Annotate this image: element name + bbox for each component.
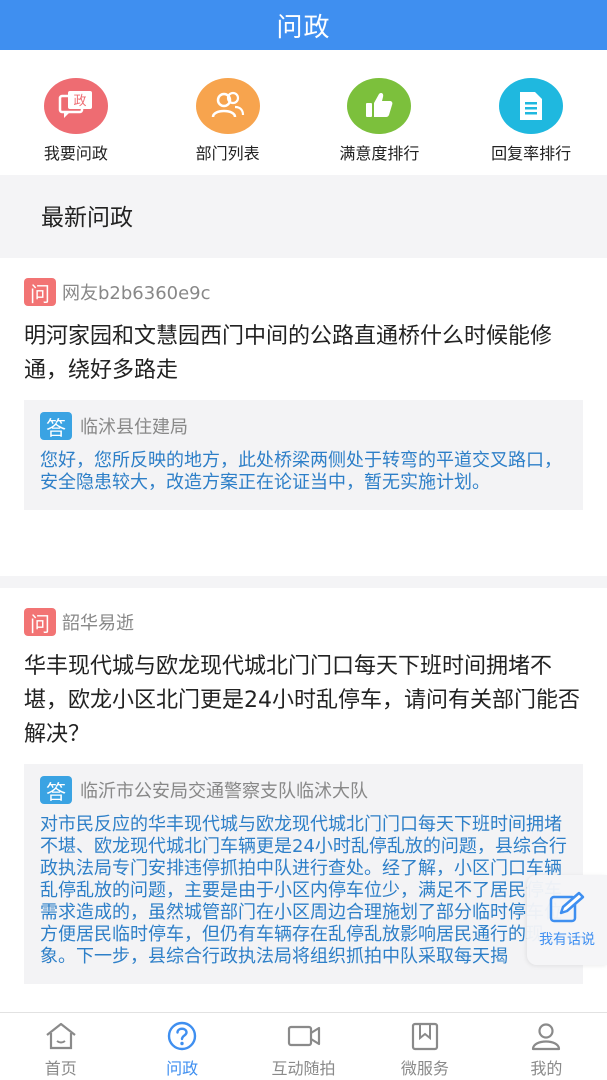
user-icon (532, 1023, 561, 1051)
quick-label-satisfaction: 满意度排行 (339, 144, 420, 163)
question-text: 华丰现代城与欧龙现代城北门门口每天下班时间拥堵不堪，欧龙小区北门更是24小时乱停… (24, 654, 580, 747)
quick-label-reply-rate: 回复率排行 (491, 144, 572, 163)
reply-rate-ranking-button[interactable]: 回复率排行 (455, 50, 607, 175)
ask-question-button[interactable]: 政 我要问政 (0, 50, 152, 175)
edit-icon (549, 891, 585, 923)
speak-up-button[interactable]: 我有话说 (527, 875, 607, 965)
quick-label-ask: 我要问政 (43, 144, 108, 163)
answer-badge: 答 (40, 776, 72, 804)
quick-actions: 政 我要问政 部门列表 满意度排行 回复率排行 (0, 50, 607, 175)
tab-interactive-photo[interactable]: 互动随拍 (243, 1013, 364, 1080)
tab-label: 互动随拍 (271, 1059, 336, 1078)
tab-home[interactable]: 首页 (0, 1013, 121, 1080)
answer-department: 临沭县住建局 (80, 417, 188, 438)
answer-head: 答 临沂市公安局交通警察支队临沭大队 (40, 776, 567, 804)
bookmark-icon (411, 1022, 439, 1051)
asker-name: 网友b2b6360e9c (62, 283, 211, 304)
people-icon (195, 78, 260, 134)
answer-box: 答 临沭县住建局 您好，您所反映的地方，此处桥梁两侧处于转弯的平道交叉路口，安全… (24, 400, 583, 510)
home-icon (46, 1022, 76, 1050)
speak-up-label: 我有话说 (539, 932, 595, 948)
question-text: 明河家园和文慧园西门中间的公路直通桥什么时候能修通，绕好多路走 (24, 324, 553, 383)
question-badge: 问 (24, 278, 56, 306)
post-card[interactable]: 问 韶华易逝 华丰现代城与欧龙现代城北门门口每天下班时间拥堵不堪，欧龙小区北门更… (0, 588, 607, 1013)
ask-icon-glyph: 政 (73, 94, 86, 109)
question-badge: 问 (24, 608, 56, 636)
post-asker: 问 韶华易逝 (24, 608, 583, 636)
satisfaction-ranking-button[interactable]: 满意度排行 (304, 50, 456, 175)
tab-label: 我的 (530, 1059, 563, 1078)
app-header: 问政 (0, 0, 607, 50)
quick-label-departments: 部门列表 (195, 144, 260, 163)
answer-text: 对市民反应的华丰现代城与欧龙现代城北门门口每天下班时间拥堵不堪、欧龙现代城北门车… (40, 814, 567, 967)
tab-label: 问政 (166, 1059, 199, 1078)
section-header: 最新问政 (0, 175, 607, 255)
answer-department: 临沂市公安局交通警察支队临沭大队 (80, 781, 368, 802)
document-icon (499, 78, 564, 134)
answer-badge: 答 (40, 412, 72, 440)
bottom-tab-bar: 首页 问政 互动随拍 微服务 我的 (0, 1012, 607, 1080)
ask-icon: 政 (43, 78, 108, 134)
answer-text: 您好，您所反映的地方，此处桥梁两侧处于转弯的平道交叉路口，安全隐患较大，改造方案… (40, 450, 562, 493)
tab-wenzheng[interactable]: 问政 (121, 1013, 242, 1080)
tab-micro-services[interactable]: 微服务 (364, 1013, 485, 1080)
tab-label: 首页 (44, 1059, 77, 1078)
post-asker: 问 网友b2b6360e9c (24, 278, 583, 306)
asker-name: 韶华易逝 (62, 613, 134, 634)
camera-icon (287, 1025, 320, 1047)
department-list-button[interactable]: 部门列表 (152, 50, 304, 175)
tab-label: 微服务 (400, 1059, 449, 1078)
section-title: 最新问政 (41, 205, 133, 231)
post-card[interactable]: 问 网友b2b6360e9c 明河家园和文慧园西门中间的公路直通桥什么时候能修通… (0, 258, 607, 576)
thumbs-up-icon (347, 78, 412, 134)
answer-box: 答 临沂市公安局交通警察支队临沭大队 对市民反应的华丰现代城与欧龙现代城北门门口… (24, 764, 583, 984)
page-title: 问政 (276, 12, 331, 43)
question-icon (167, 1021, 197, 1051)
tab-mine[interactable]: 我的 (486, 1013, 607, 1080)
answer-head: 答 临沭县住建局 (40, 412, 567, 440)
